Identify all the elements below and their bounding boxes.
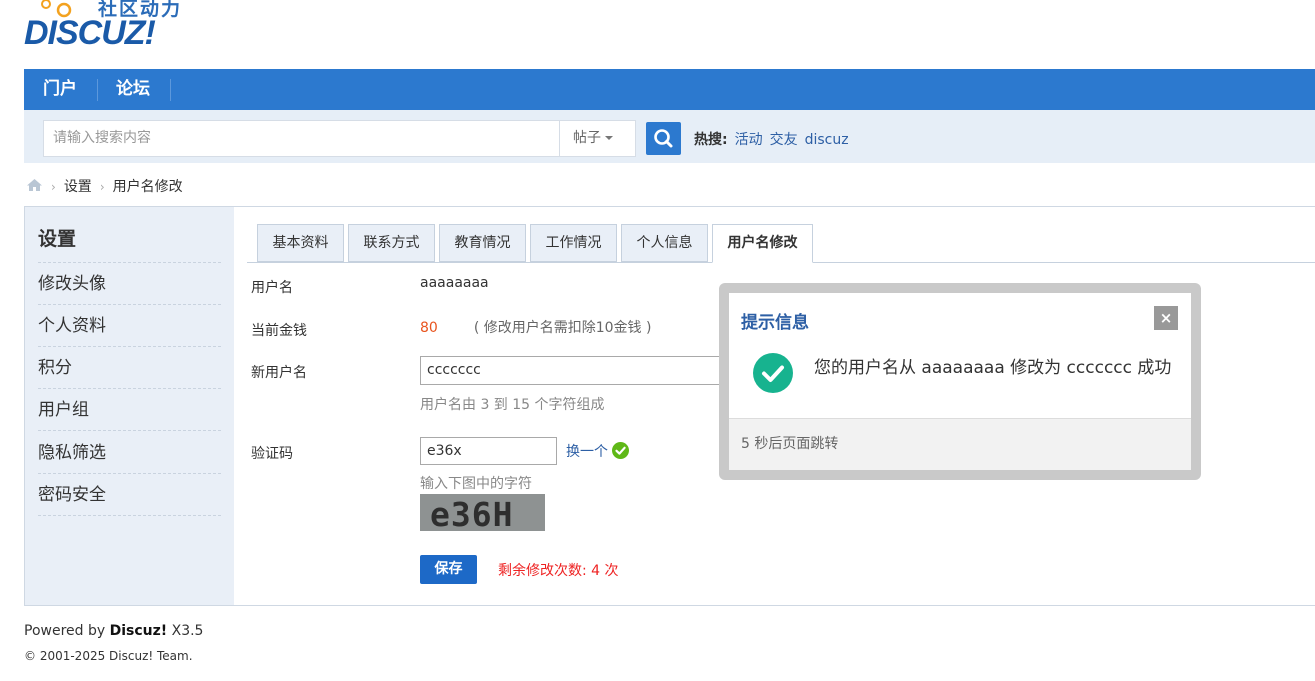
powered-prefix: Powered by [24,623,110,639]
search-icon [654,129,673,148]
nav-divider [97,79,98,101]
sidebar-item-usergroup[interactable]: 用户组 [38,389,221,431]
search-input[interactable]: 请输入搜索内容 [43,120,560,157]
hot-keyword-link[interactable]: 活动 [735,132,763,148]
new-username-input[interactable]: ccccccc [420,356,740,385]
breadcrumb-item-settings[interactable]: 设置 [64,179,92,195]
breadcrumb-separator: › [99,180,105,194]
captcha-image-text: e36H [430,495,514,531]
hot-keyword-link[interactable]: 交友 [770,132,798,148]
search-type-select[interactable]: 帖子 [559,120,636,157]
nav-item-forum[interactable]: 论坛 [116,69,150,110]
nav-divider [170,79,171,101]
tab-username-change[interactable]: 用户名修改 [712,224,813,263]
newname-hint: 用户名由 3 到 15 个字符组成 [420,397,605,413]
hot-search-label: 热搜: [694,132,728,148]
tab-basic[interactable]: 基本资料 [257,224,344,262]
site-logo[interactable]: 社区动力 DISCUZ! [24,0,194,56]
success-check-icon [753,353,793,393]
captcha-label: 验证码 [251,446,293,462]
breadcrumb-item-current: 用户名修改 [112,179,183,195]
search-bar: 请输入搜索内容 帖子 热搜: 活动 交友 discuz [24,110,1315,163]
breadcrumb-separator: › [51,180,56,194]
tab-contact[interactable]: 联系方式 [348,224,435,262]
sidebar-title: 设置 [38,228,77,250]
powered-brand-link[interactable]: Discuz! [110,623,168,639]
sidebar-item-privacy[interactable]: 隐私筛选 [38,432,221,474]
search-button[interactable] [646,122,681,155]
sidebar-item-credits[interactable]: 积分 [38,347,221,389]
powered-version: X3.5 [167,623,204,639]
main-nav: 门户 论坛 [24,69,1315,110]
username-label: 用户名 [251,280,293,296]
nav-item-portal[interactable]: 门户 [43,69,77,110]
newname-label: 新用户名 [251,365,307,381]
settings-sidebar: 设置 修改头像 个人资料 积分 用户组 隐私筛选 密码安全 [25,207,234,605]
money-label: 当前金钱 [251,323,307,339]
dialog-message: 您的用户名从 aaaaaaaa 修改为 ccccccc 成功 [814,358,1172,378]
copyright: © 2001-2025 Discuz! Team. [24,649,193,663]
money-note: ( 修改用户名需扣除10金钱 ) [473,320,652,336]
notice-dialog: 提示信息 × 您的用户名从 aaaaaaaa 修改为 ccccccc 成功 5 … [729,293,1191,470]
chevron-down-icon [605,136,613,140]
tab-work[interactable]: 工作情况 [530,224,617,262]
hot-keyword-link[interactable]: discuz [805,132,849,148]
search-type-label: 帖子 [573,130,601,146]
money-row: 80 ( 修改用户名需扣除10金钱 ) [420,317,651,337]
save-button[interactable]: 保存 [420,555,477,584]
tab-personal[interactable]: 个人信息 [621,224,708,262]
username-value: aaaaaaaa [420,275,489,291]
hot-search: 热搜: 活动 交友 discuz [694,129,849,149]
notice-dialog-frame: 提示信息 × 您的用户名从 aaaaaaaa 修改为 ccccccc 成功 5 … [719,283,1201,480]
captcha-hint: 输入下图中的字符 [420,476,532,492]
redirect-countdown: 5 秒后页面跳转 [741,436,839,452]
powered-by: Powered by Discuz! X3.5 [24,623,203,639]
check-icon [612,442,629,459]
sidebar-item-avatar[interactable]: 修改头像 [38,263,221,305]
captcha-input[interactable]: e36x [420,437,557,465]
dialog-title: 提示信息 [741,313,809,333]
sidebar-item-password[interactable]: 密码安全 [38,474,221,516]
money-value: 80 [420,320,438,336]
breadcrumb: › 设置 › 用户名修改 [26,176,183,196]
logo-en-text: DISCUZ! [24,14,156,52]
remaining-changes: 剩余修改次数: 4 次 [498,563,619,579]
home-icon[interactable] [26,178,43,192]
captcha-refresh-link[interactable]: 换一个 [566,441,608,461]
tab-education[interactable]: 教育情况 [439,224,526,262]
close-icon[interactable]: × [1154,306,1178,330]
dialog-footer: 5 秒后页面跳转 [729,418,1191,470]
captcha-image[interactable]: e36H [420,494,545,531]
sidebar-item-profile[interactable]: 个人资料 [38,305,221,347]
